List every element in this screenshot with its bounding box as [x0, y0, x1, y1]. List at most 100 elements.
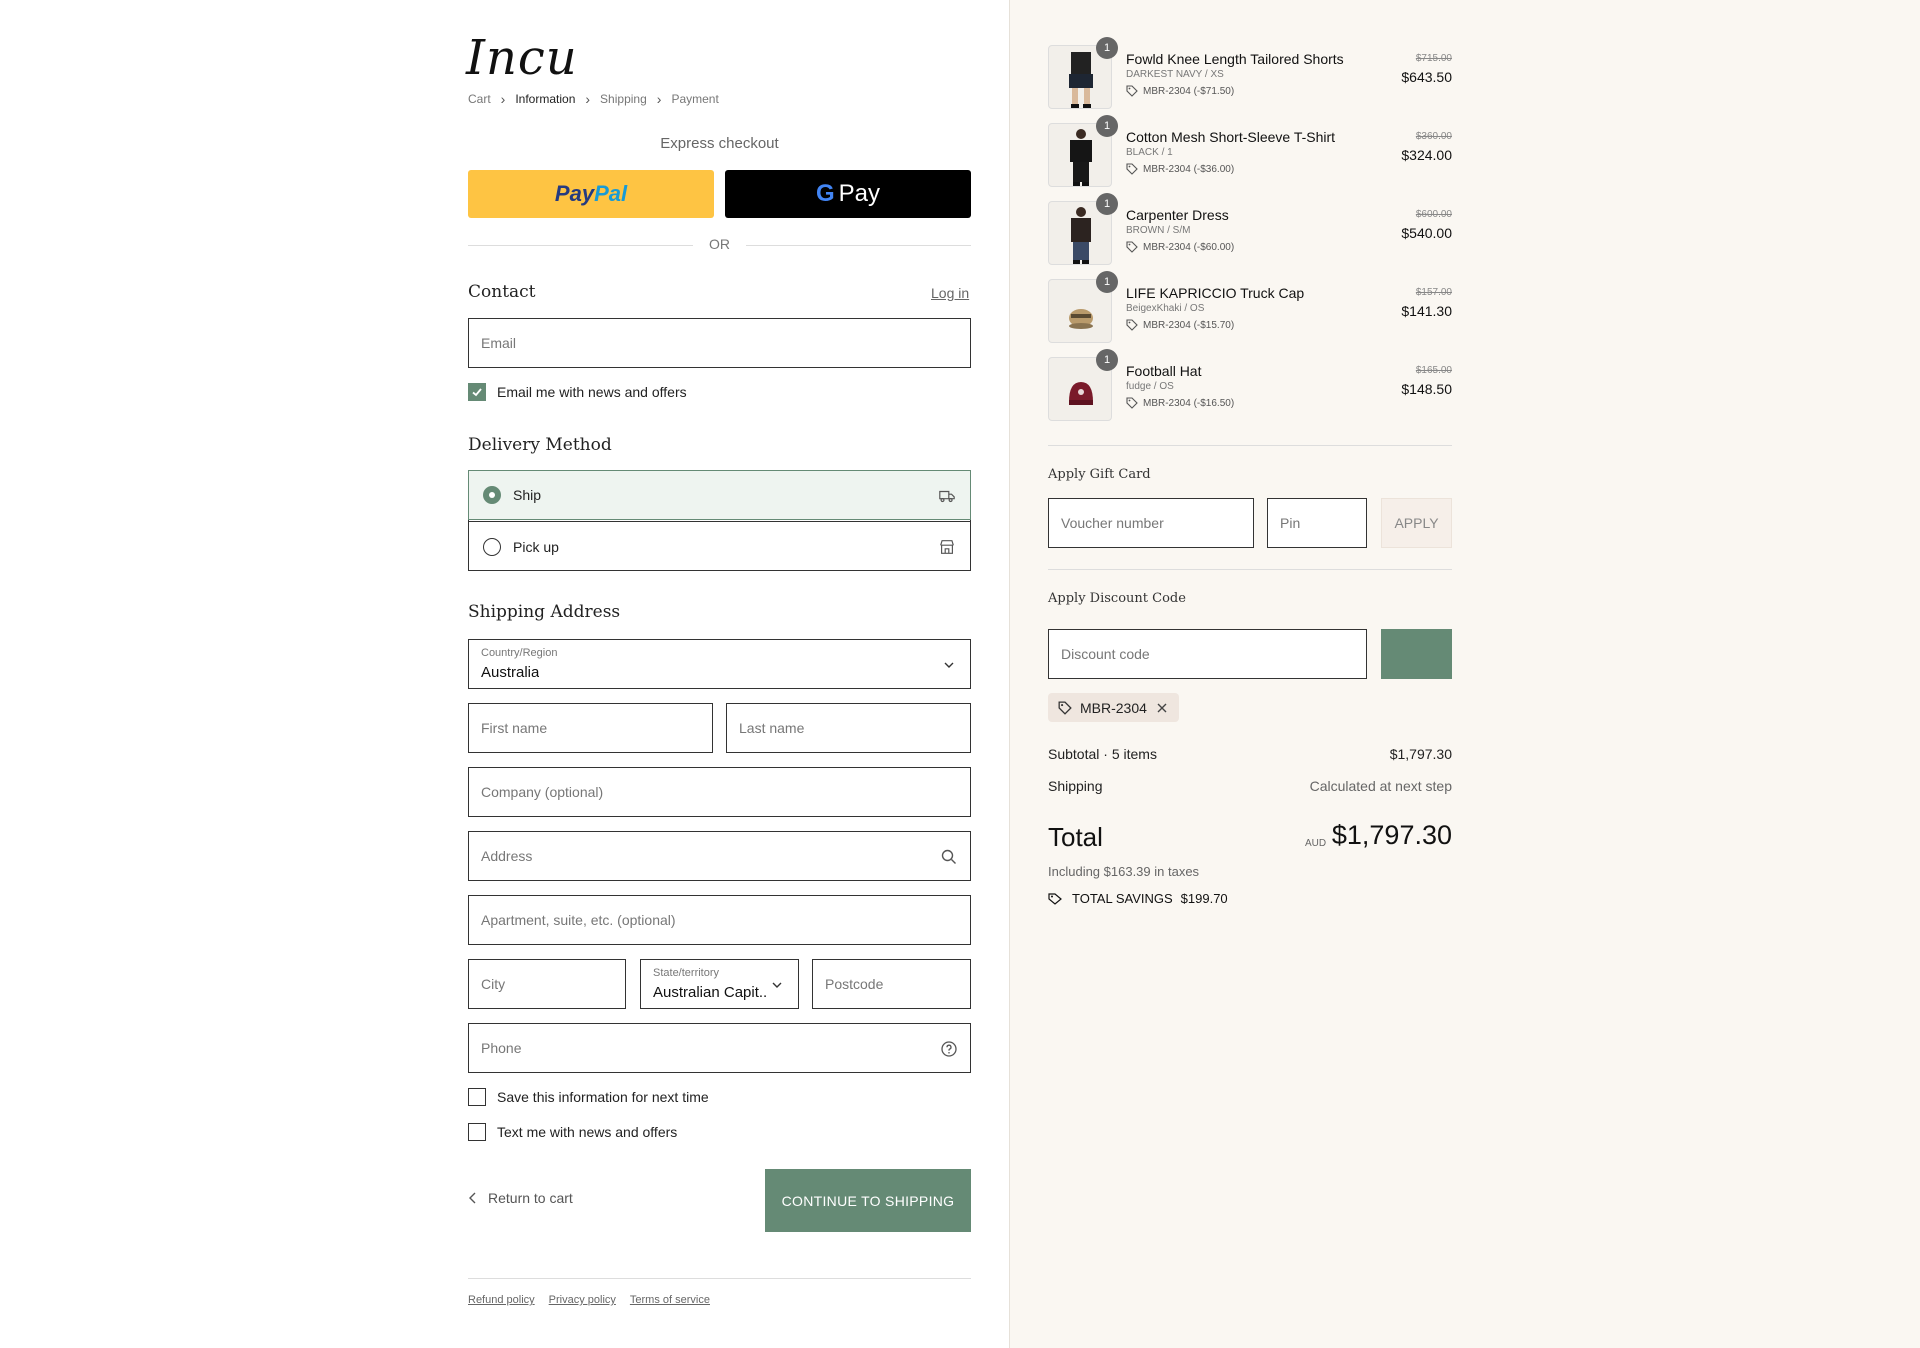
total-savings-value: $199.70 — [1180, 891, 1228, 906]
shipping-value: Calculated at next step — [1309, 778, 1452, 794]
quantity-badge: 1 — [1096, 271, 1118, 293]
return-to-cart-link[interactable]: Return to cart — [468, 1190, 573, 1206]
shipping-label: Shipping — [1048, 778, 1103, 794]
shipping-row: Shipping Calculated at next step — [1048, 778, 1452, 794]
voucher-number-field[interactable]: Voucher number — [1048, 498, 1254, 548]
ship-radio[interactable] — [483, 486, 501, 504]
first-name-placeholder: First name — [481, 720, 548, 736]
footer-divider — [468, 1278, 971, 1279]
address-field[interactable]: Address — [468, 831, 971, 881]
country-label: Country/Region — [481, 647, 558, 659]
company-field[interactable]: Company (optional) — [468, 767, 971, 817]
first-name-field[interactable]: First name — [468, 703, 713, 753]
terms-of-service-link[interactable]: Terms of service — [630, 1294, 710, 1306]
shipping-address-heading: Shipping Address — [468, 602, 621, 622]
or-divider: OR — [468, 236, 971, 254]
taxes-note: Including $163.39 in taxes — [1048, 864, 1200, 879]
breadcrumb-cart[interactable]: Cart — [468, 92, 491, 106]
original-price: $157.00 — [1415, 287, 1452, 298]
email-field[interactable]: Email — [468, 318, 971, 368]
ship-label: Ship — [513, 487, 542, 503]
last-name-field[interactable]: Last name — [726, 703, 971, 753]
state-select[interactable]: State/territory Australian Capit... — [640, 959, 799, 1009]
delivery-option-ship[interactable]: Ship — [468, 470, 971, 520]
state-value: Australian Capit... — [653, 984, 768, 1001]
discounted-price: $324.00 — [1401, 147, 1452, 163]
product-variant: BROWN / S/M — [1126, 225, 1191, 236]
text-me-label: Text me with news and offers — [497, 1124, 678, 1140]
phone-field[interactable]: Phone — [468, 1023, 971, 1073]
tag-icon — [1126, 397, 1138, 409]
discounted-price: $148.50 — [1401, 381, 1452, 397]
product-variant: BLACK / 1 — [1126, 147, 1173, 158]
truck-icon — [939, 490, 955, 503]
paypal-logo-text: Pay — [554, 181, 595, 206]
email-news-checkbox-row[interactable]: Email me with news and offers — [468, 383, 687, 401]
apartment-placeholder: Apartment, suite, etc. (optional) — [481, 912, 676, 928]
product-name: Carpenter Dress — [1126, 207, 1229, 223]
pin-field[interactable]: Pin — [1267, 498, 1367, 548]
chevron-right-icon: › — [656, 91, 662, 107]
privacy-policy-link[interactable]: Privacy policy — [549, 1294, 616, 1306]
apartment-field[interactable]: Apartment, suite, etc. (optional) — [468, 895, 971, 945]
address-placeholder: Address — [481, 848, 533, 864]
apply-discount-button[interactable] — [1381, 629, 1452, 679]
subtotal-row: Subtotal · 5 items $1,797.30 — [1048, 746, 1452, 762]
product-variant: fudge / OS — [1126, 381, 1174, 392]
tag-icon — [1126, 319, 1138, 331]
quantity-badge: 1 — [1096, 37, 1118, 59]
cart-item: 1 Football Hat fudge / OS MBR-2304 (-$16… — [1048, 349, 1452, 423]
postcode-field[interactable]: Postcode — [812, 959, 971, 1009]
subtotal-label: Subtotal · 5 items — [1048, 746, 1157, 762]
tag-icon — [1058, 701, 1072, 715]
tag-icon — [1126, 85, 1138, 97]
total-label: Total — [1048, 822, 1103, 852]
last-name-placeholder: Last name — [739, 720, 805, 736]
product-discount: MBR-2304 (-$60.00) — [1126, 241, 1234, 253]
phone-placeholder: Phone — [481, 1040, 522, 1056]
paypal-button[interactable]: Pay Pal — [468, 170, 714, 218]
chevron-left-icon — [469, 1192, 476, 1204]
product-discount: MBR-2304 (-$16.50) — [1126, 397, 1234, 409]
total-savings-label: TOTAL SAVINGS — [1072, 891, 1173, 906]
email-news-checkbox[interactable] — [468, 383, 486, 401]
text-me-checkbox[interactable] — [468, 1123, 486, 1141]
pickup-label: Pick up — [513, 538, 559, 555]
discount-code-field[interactable]: Discount code — [1048, 629, 1367, 679]
chevron-down-icon — [772, 982, 782, 988]
product-discount-label: MBR-2304 (-$71.50) — [1143, 85, 1235, 97]
delivery-option-pickup[interactable]: Pick up — [469, 521, 970, 571]
discounted-price: $643.50 — [1401, 69, 1452, 85]
original-price: $360.00 — [1415, 131, 1452, 142]
continue-to-shipping-button[interactable]: CONTINUE TO SHIPPING — [765, 1169, 971, 1232]
breadcrumb-shipping: Shipping — [600, 92, 647, 106]
city-field[interactable]: City — [468, 959, 626, 1009]
quantity-badge: 1 — [1096, 349, 1118, 371]
save-info-checkbox[interactable] — [468, 1088, 486, 1106]
product-variant: DARKEST NAVY / XS — [1126, 69, 1224, 80]
product-discount-label: MBR-2304 (-$36.00) — [1143, 163, 1235, 175]
original-price: $165.00 — [1415, 365, 1452, 376]
close-icon[interactable] — [1155, 701, 1169, 715]
applied-discount-chip: MBR-2304 — [1048, 693, 1179, 722]
login-link[interactable]: Log in — [931, 285, 969, 301]
city-placeholder: City — [481, 976, 506, 992]
product-discount: MBR-2304 (-$15.70) — [1126, 319, 1234, 331]
refund-policy-link[interactable]: Refund policy — [468, 1294, 535, 1306]
applied-discount-code: MBR-2304 — [1080, 699, 1147, 716]
google-pay-button[interactable]: G Pay — [725, 170, 971, 218]
discounted-price: $540.00 — [1401, 225, 1452, 241]
paypal-logo-text-2: Pal — [594, 181, 628, 206]
original-price: $600.00 — [1415, 209, 1452, 220]
summary-divider — [1048, 445, 1452, 446]
text-me-row[interactable]: Text me with news and offers — [468, 1123, 677, 1141]
apply-gift-card-button[interactable]: APPLY — [1381, 498, 1452, 548]
country-select[interactable]: Country/Region Australia — [468, 639, 971, 689]
help-circle-icon[interactable] — [940, 1040, 958, 1058]
cart-item: 1 Carpenter Dress BROWN / S/M MBR-2304 (… — [1048, 193, 1452, 267]
product-discount-label: MBR-2304 (-$60.00) — [1143, 241, 1235, 253]
pickup-radio[interactable] — [483, 537, 501, 556]
save-info-row[interactable]: Save this information for next time — [468, 1088, 709, 1106]
currency-code: AUD — [1305, 838, 1327, 849]
brand-logo[interactable]: Incu — [466, 30, 578, 86]
